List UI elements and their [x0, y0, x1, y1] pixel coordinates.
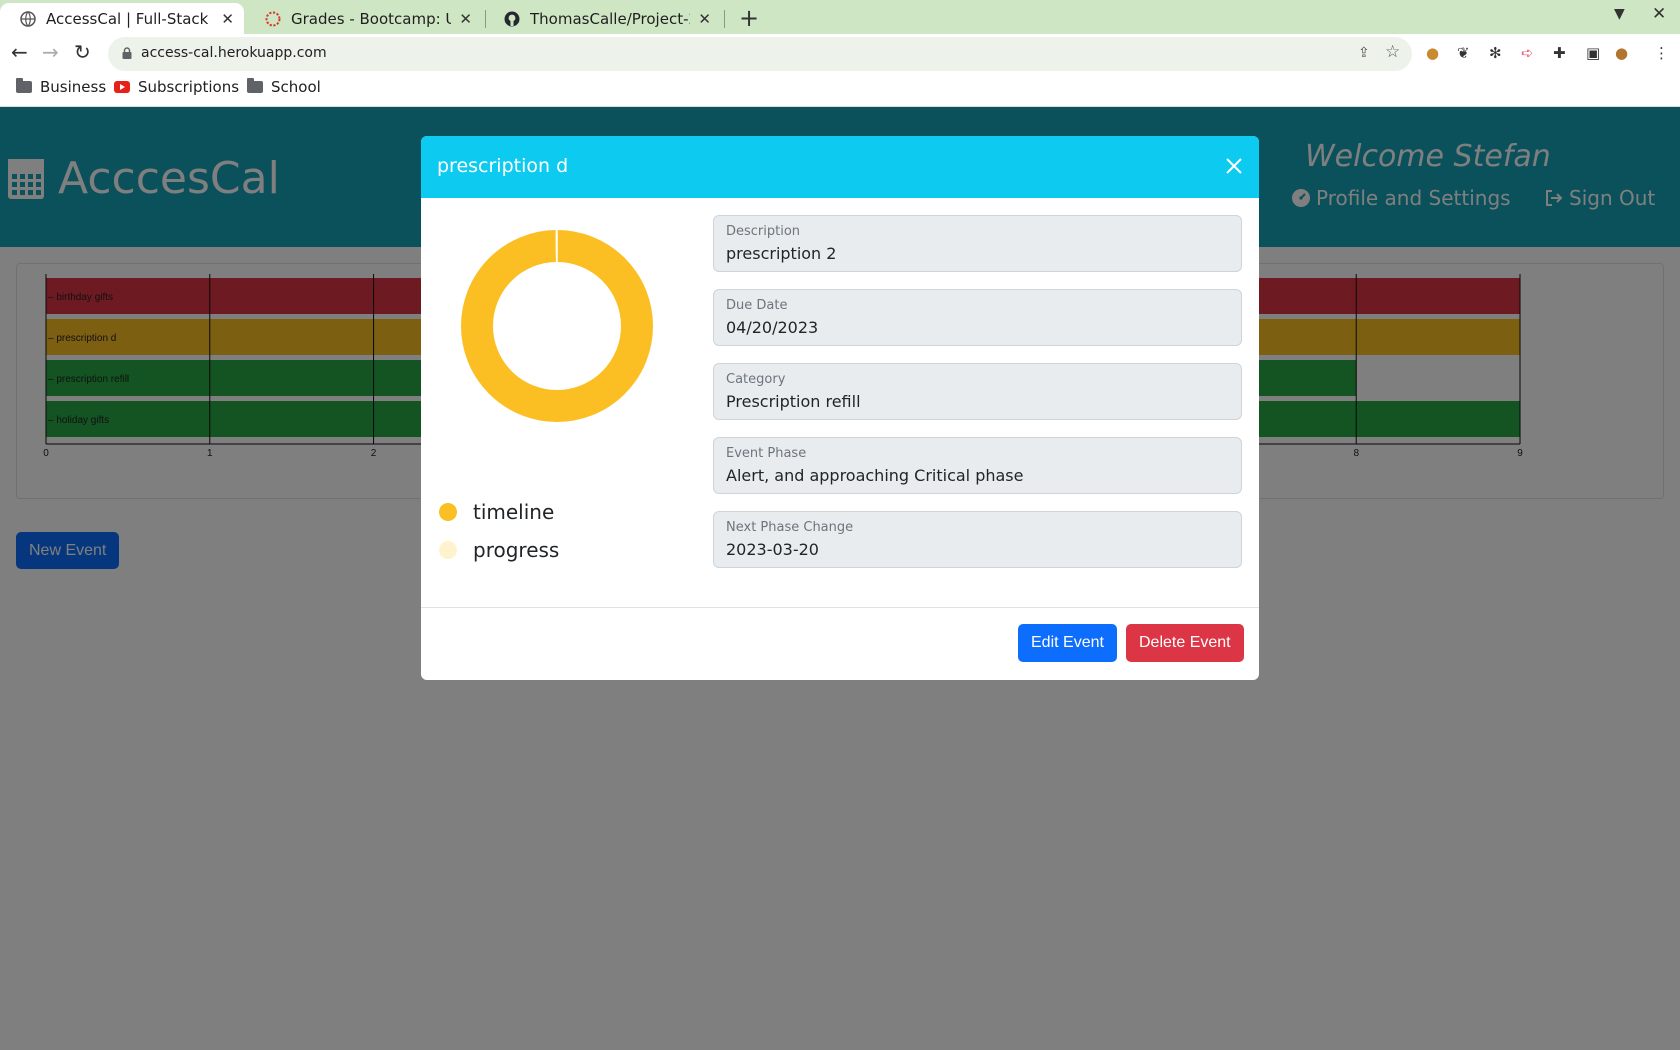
- field-value: Prescription refill: [726, 392, 861, 411]
- address-bar[interactable]: access-cal.herokuapp.com ⇪ ☆: [108, 37, 1412, 71]
- field-label: Event Phase: [726, 446, 807, 461]
- tab-title: AccessCal | Full-Stack App: [46, 9, 213, 28]
- field-value: 04/20/2023: [726, 318, 819, 337]
- canvas-logo-icon: [265, 11, 281, 26]
- tab-accesscal[interactable]: AccessCal | Full-Stack App ✕: [0, 3, 244, 34]
- reload-icon[interactable]: ↻: [74, 40, 91, 64]
- cookie-extension-icon[interactable]: ●: [1426, 44, 1439, 62]
- legend-item-progress[interactable]: progress: [439, 538, 559, 562]
- bookmark-school[interactable]: School: [247, 78, 321, 96]
- folder-icon: [16, 78, 32, 93]
- field-label: Category: [726, 372, 786, 387]
- timeline-progress-donut: [461, 230, 653, 422]
- legend-item-timeline[interactable]: timeline: [439, 500, 554, 524]
- tab-grades[interactable]: Grades - Bootcamp: UTOR ✕: [245, 3, 482, 34]
- url-text: access-cal.herokuapp.com: [141, 45, 327, 61]
- profile-avatar[interactable]: ●: [1615, 44, 1628, 62]
- edit-event-button[interactable]: Edit Event: [1018, 624, 1117, 662]
- modal-header: prescription d: [421, 136, 1259, 198]
- legend-label: timeline: [473, 500, 555, 524]
- next-phase-change-field[interactable]: Next Phase Change 2023-03-20: [713, 511, 1242, 568]
- description-field[interactable]: Description prescription 2: [713, 215, 1242, 272]
- field-value: Alert, and approaching Critical phase: [726, 466, 1024, 485]
- event-phase-field[interactable]: Event Phase Alert, and approaching Criti…: [713, 437, 1242, 494]
- bookmark-label: Subscriptions: [138, 78, 240, 96]
- bookmark-label: School: [271, 78, 321, 96]
- folder-icon: [247, 78, 263, 93]
- gear-extension-icon[interactable]: ✻: [1489, 44, 1502, 62]
- field-label: Description: [726, 224, 801, 239]
- back-icon[interactable]: ←: [11, 40, 28, 64]
- close-tab-icon[interactable]: ✕: [459, 10, 472, 28]
- lock-icon: [122, 47, 132, 59]
- github-icon: [504, 11, 520, 26]
- chevron-down-icon[interactable]: ▼: [1614, 6, 1625, 22]
- field-value: 2023-03-20: [726, 540, 819, 559]
- field-label: Due Date: [726, 298, 788, 313]
- donut-slice-timeline[interactable]: [461, 230, 653, 422]
- event-modal: prescription d timeline progress Descrip…: [421, 136, 1259, 680]
- legend-swatch: [439, 541, 457, 559]
- modal-title: prescription d: [437, 155, 569, 177]
- close-tab-icon[interactable]: ✕: [698, 10, 711, 28]
- puzzle-icon[interactable]: ✚: [1553, 44, 1566, 62]
- tab-github[interactable]: ThomasCalle/Project-2-In ✕: [484, 3, 721, 34]
- new-tab-icon[interactable]: +: [739, 4, 759, 32]
- kebab-menu-icon[interactable]: ⋮: [1654, 44, 1669, 62]
- due-date-field[interactable]: Due Date 04/20/2023: [713, 289, 1242, 346]
- close-icon[interactable]: [1225, 157, 1243, 175]
- browser-tab-strip: AccessCal | Full-Stack App ✕ Grades - Bo…: [0, 0, 1680, 34]
- forward-icon[interactable]: →: [42, 40, 59, 64]
- youtube-icon: [114, 81, 130, 93]
- bookmarks-bar: Business Subscriptions School: [0, 74, 1680, 107]
- side-panel-icon[interactable]: ▣: [1586, 44, 1600, 62]
- bookmark-label: Business: [40, 78, 107, 96]
- page: AcccesCal Welcome Stefan Profile and Set…: [0, 107, 1680, 1050]
- pink-extension-icon[interactable]: ➪: [1521, 44, 1534, 62]
- bookmark-business[interactable]: Business: [16, 78, 106, 96]
- tab-title: Grades - Bootcamp: UTOR: [291, 9, 452, 28]
- globe-icon: [20, 10, 36, 27]
- bookmark-star-icon[interactable]: ☆: [1385, 42, 1400, 62]
- field-value: prescription 2: [726, 244, 837, 263]
- window-close-icon[interactable]: ✕: [1652, 4, 1666, 24]
- delete-event-button[interactable]: Delete Event: [1126, 624, 1244, 662]
- legend-swatch: [439, 503, 457, 521]
- extension-icon[interactable]: ❦: [1457, 44, 1470, 62]
- tab-divider: [724, 10, 725, 28]
- legend-label: progress: [473, 538, 560, 562]
- tab-title: ThomasCalle/Project-2-In: [530, 9, 690, 28]
- category-field[interactable]: Category Prescription refill: [713, 363, 1242, 420]
- bookmark-subscriptions[interactable]: Subscriptions: [114, 78, 239, 96]
- browser-toolbar: ← → ↻ access-cal.herokuapp.com ⇪ ☆ ● ❦ ✻…: [0, 34, 1680, 74]
- field-label: Next Phase Change: [726, 520, 854, 535]
- modal-footer: Edit Event Delete Event: [421, 607, 1259, 680]
- share-icon[interactable]: ⇪: [1358, 45, 1370, 61]
- close-tab-icon[interactable]: ✕: [221, 10, 234, 28]
